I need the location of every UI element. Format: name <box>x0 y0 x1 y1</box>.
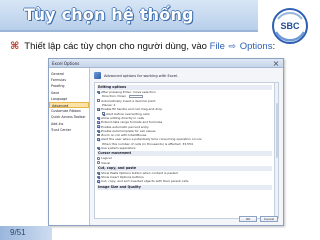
dialog-titlebar: Excel Options <box>49 59 283 68</box>
options-scroll-area[interactable]: Editing options After pressing Enter, mov… <box>94 82 279 219</box>
options-content: Advanced options for working with Excel.… <box>90 68 283 225</box>
checkbox[interactable] <box>97 138 100 141</box>
checkbox[interactable] <box>97 129 100 133</box>
checkbox[interactable] <box>102 112 105 115</box>
checkbox[interactable] <box>97 171 100 175</box>
option-label: Use system separators <box>101 146 136 150</box>
checkbox[interactable] <box>97 116 100 120</box>
logo-text: SBC <box>280 21 300 31</box>
instruction-text: Thiết lập các tùy chọn cho người dùng, v… <box>24 41 275 52</box>
checkbox[interactable] <box>97 175 100 179</box>
option-row[interactable]: Visual <box>97 160 272 165</box>
checkbox[interactable] <box>97 108 100 111</box>
menu-options-ref: Options <box>239 40 273 52</box>
checkbox[interactable] <box>97 120 100 124</box>
vertical-scrollbar[interactable] <box>274 83 278 218</box>
instruction-end: : <box>272 40 276 52</box>
checkbox[interactable] <box>97 146 100 150</box>
page-number: 9/51 <box>10 228 26 237</box>
section-header: Image Size and Quality <box>97 184 272 190</box>
cancel-button[interactable]: Cancel <box>260 216 278 222</box>
instruction-bullet: ⌘ Thiết lập các tùy chọn cho người dùng,… <box>10 39 316 53</box>
option-row[interactable]: Cut, copy, and sort inserted objects wit… <box>97 179 272 183</box>
command-icon: ⌘ <box>10 40 20 52</box>
checkbox[interactable] <box>97 180 100 183</box>
radio-button[interactable] <box>97 157 100 160</box>
nav-item[interactable]: Trust Center <box>49 127 89 133</box>
slide-footer: 9/51 <box>0 226 320 240</box>
dropdown-select[interactable] <box>129 94 144 98</box>
footer-bar <box>0 226 52 240</box>
content-header: Advanced options for working with Excel. <box>94 71 279 80</box>
radio-button[interactable] <box>97 161 100 164</box>
checkbox[interactable] <box>97 90 100 94</box>
option-label: Visual <box>101 160 111 165</box>
close-icon[interactable] <box>272 60 280 66</box>
menu-file-ref: File <box>209 40 225 52</box>
excel-options-dialog: Excel Options General Formulas Proofing Sav… <box>48 58 284 226</box>
nav-item[interactable]: Quick Access Toolbar <box>49 114 89 120</box>
checkbox[interactable] <box>97 99 100 103</box>
arrow-right-icon: ⇨ <box>228 40 237 51</box>
option-label: Cut, copy, and sort inserted objects wit… <box>101 179 189 184</box>
scrollbar-thumb[interactable] <box>275 103 278 158</box>
content-header-text: Advanced options for working with Excel. <box>104 73 179 78</box>
slide-title: Tùy chọn hệ thống <box>24 5 194 24</box>
ok-button[interactable]: OK <box>239 216 257 222</box>
option-row[interactable]: Use system separators <box>97 146 272 150</box>
dialog-body: General Formulas Proofing Save Language Advan… <box>49 68 283 225</box>
options-icon <box>94 72 101 79</box>
dialog-title: Excel Options <box>52 60 80 66</box>
options-nav: General Formulas Proofing Save Language Advan… <box>49 68 90 225</box>
title-underline <box>0 30 258 32</box>
dialog-buttons: OK Cancel <box>239 216 278 222</box>
checkbox[interactable] <box>97 125 100 128</box>
instruction-lead: Thiết lập các tùy chọn cho người dùng, v… <box>24 40 210 52</box>
checkbox[interactable] <box>97 133 100 137</box>
